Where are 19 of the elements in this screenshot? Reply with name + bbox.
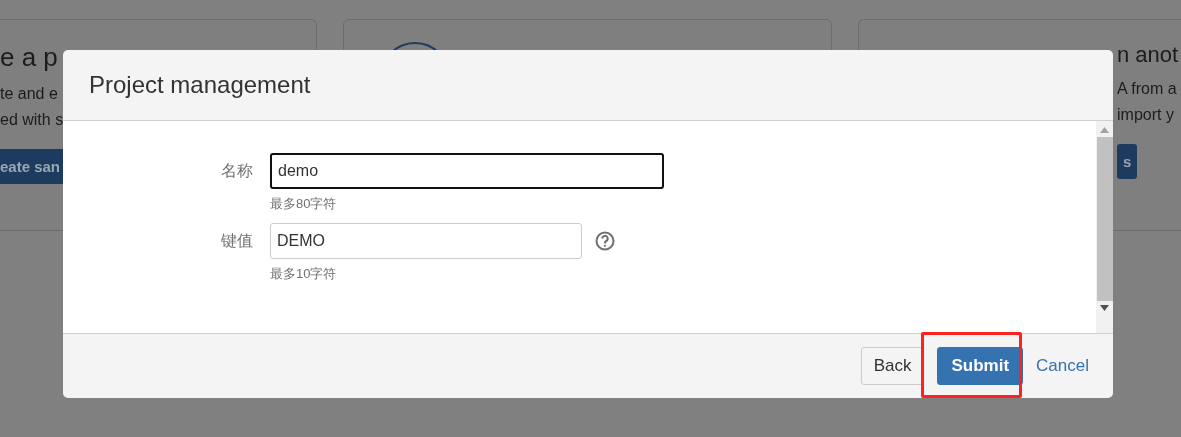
- card-button[interactable]: s: [1117, 144, 1138, 179]
- input-field[interactable]: demo: [270, 153, 664, 189]
- scrollbar[interactable]: [1096, 121, 1113, 333]
- scroll-down-icon[interactable]: [1100, 305, 1109, 311]
- cancel-link[interactable]: Cancel: [1036, 347, 1089, 385]
- input-field[interactable]: DEMO: [270, 223, 582, 259]
- help-icon[interactable]: [595, 231, 615, 251]
- field-hint: 最多10字符: [270, 265, 338, 283]
- card-title: n anot: [1117, 42, 1179, 68]
- dialog-title: Project management: [89, 71, 311, 99]
- card-text: import y: [1117, 106, 1174, 124]
- field-label: 键值: [221, 230, 253, 251]
- card-text: ed with s: [0, 111, 64, 129]
- field-hint: 最多80字符: [270, 195, 338, 213]
- submit-button[interactable]: Submit: [937, 347, 1024, 385]
- card-text: A from a: [1117, 80, 1177, 98]
- field-label: 名称: [221, 160, 253, 181]
- card-title: e a p: [0, 42, 58, 73]
- card-text: te and e: [0, 85, 58, 103]
